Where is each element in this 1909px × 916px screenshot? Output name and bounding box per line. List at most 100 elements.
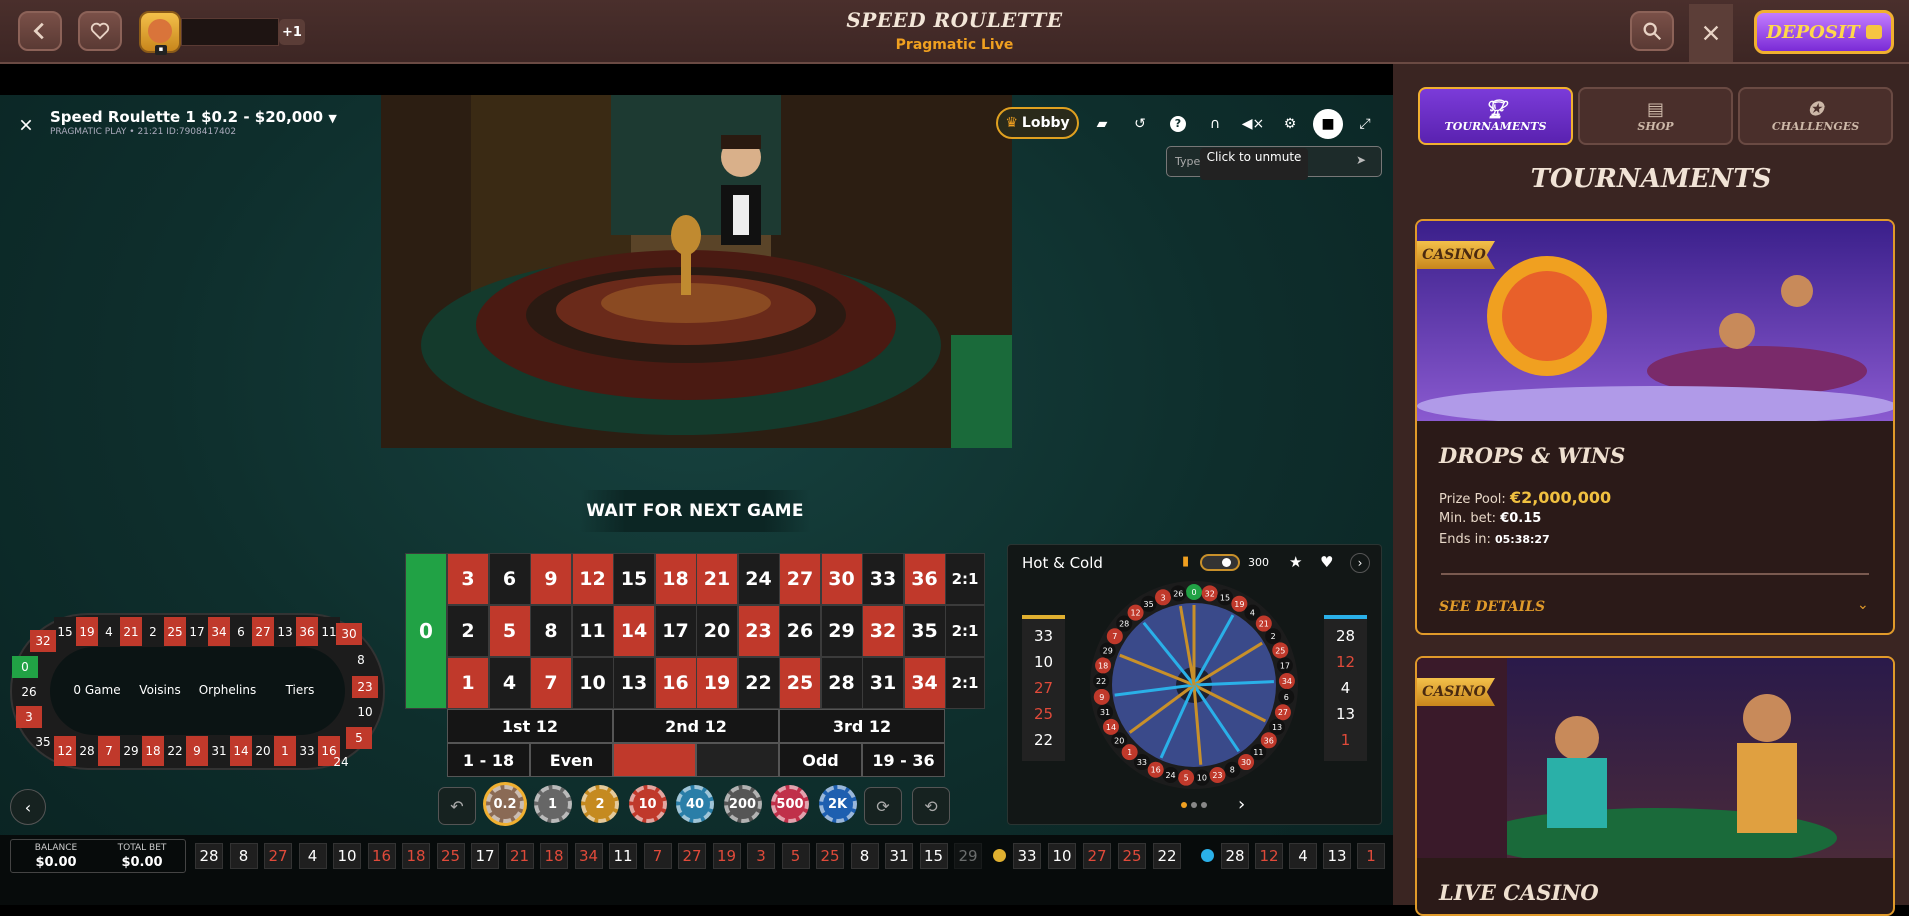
bet-number-34[interactable]: 34 xyxy=(903,657,946,709)
bet-number-28[interactable]: 28 xyxy=(820,657,863,709)
racetrack-number[interactable]: 31 xyxy=(208,736,230,766)
bet-number-33[interactable]: 33 xyxy=(862,553,904,605)
racetrack-number[interactable]: 12 xyxy=(54,736,76,766)
racetrack-number[interactable]: 14 xyxy=(230,736,252,766)
bet-number-32[interactable]: 32 xyxy=(862,605,904,657)
racetrack-number[interactable]: 5 xyxy=(346,727,372,749)
search-button[interactable] xyxy=(1630,11,1674,51)
bet-dozen-1[interactable]: 1st 12 xyxy=(447,709,613,743)
bet-number-14[interactable]: 14 xyxy=(613,605,655,657)
bet-column-1[interactable]: 2:1 xyxy=(945,657,985,709)
bet-dozen-2[interactable]: 2nd 12 xyxy=(613,709,779,743)
bet-number-6[interactable]: 6 xyxy=(488,553,531,605)
bet-number-22[interactable]: 22 xyxy=(737,657,780,709)
mute-button[interactable]: ◀× xyxy=(1238,109,1268,139)
table-title[interactable]: Speed Roulette 1 $0.2 - $20,000 ▼ xyxy=(50,108,337,126)
racetrack-number[interactable]: 13 xyxy=(274,617,296,646)
racetrack-number[interactable]: 23 xyxy=(352,676,378,698)
racetrack-number[interactable]: 29 xyxy=(120,736,142,766)
bet-black[interactable] xyxy=(696,743,779,777)
bet-number-1[interactable]: 1 xyxy=(447,657,489,709)
bet-column-3[interactable]: 2:1 xyxy=(945,553,985,605)
heart-icon[interactable]: ♥ xyxy=(1320,553,1333,571)
racetrack-orphelins[interactable]: Orphelins xyxy=(190,683,265,697)
bet-number-19[interactable]: 19 xyxy=(696,657,738,709)
bet-dozen-3[interactable]: 3rd 12 xyxy=(779,709,945,743)
bet-number-30[interactable]: 30 xyxy=(820,553,863,605)
video-button[interactable]: ■ xyxy=(1313,109,1343,139)
page-dot[interactable] xyxy=(1191,802,1197,808)
bet-number-8[interactable]: 8 xyxy=(530,605,572,657)
page-dot[interactable] xyxy=(1201,802,1207,808)
tournament-card[interactable]: CASINO DROPS & WINS Prize Pool: €2,000,0… xyxy=(1415,219,1895,635)
racetrack-number[interactable]: 28 xyxy=(76,736,98,766)
bet-high[interactable]: 19 - 36 xyxy=(862,743,945,777)
bet-number-11[interactable]: 11 xyxy=(571,605,614,657)
racetrack-number[interactable]: 27 xyxy=(252,617,274,646)
racetrack-number[interactable]: 8 xyxy=(348,649,374,671)
racetrack-number[interactable]: 15 xyxy=(54,617,76,646)
bet-number-35[interactable]: 35 xyxy=(903,605,946,657)
racetrack-number[interactable]: 25 xyxy=(164,617,186,646)
racetrack-number[interactable]: 0 xyxy=(12,656,38,678)
collapse-button[interactable]: ‹ xyxy=(10,789,46,825)
racetrack-voisins[interactable]: Voisins xyxy=(130,683,190,697)
chevron-down-icon[interactable]: ⌄ xyxy=(1857,597,1869,613)
bet-number-21[interactable]: 21 xyxy=(696,553,738,605)
bet-number-16[interactable]: 16 xyxy=(654,657,697,709)
help-button[interactable]: ? xyxy=(1163,109,1193,139)
bet-zero[interactable]: 0 xyxy=(405,553,447,709)
racetrack-number[interactable]: 19 xyxy=(76,617,98,646)
deposit-button[interactable]: DEPOSIT xyxy=(1754,10,1894,54)
racetrack-number[interactable]: 21 xyxy=(120,617,142,646)
racetrack-number[interactable]: 20 xyxy=(252,736,274,766)
racetrack-number[interactable]: 26 xyxy=(16,681,42,703)
racetrack-number[interactable]: 18 xyxy=(142,736,164,766)
racetrack-number[interactable]: 17 xyxy=(186,617,208,646)
settings-button[interactable]: ⚙ xyxy=(1275,109,1305,139)
bet-number-36[interactable]: 36 xyxy=(903,553,946,605)
bet-number-31[interactable]: 31 xyxy=(862,657,904,709)
bet-number-29[interactable]: 29 xyxy=(820,605,863,657)
racetrack-number[interactable]: 10 xyxy=(352,701,378,723)
autoplay-button[interactable]: ⟲ xyxy=(912,787,950,825)
double-button[interactable]: ⟳ xyxy=(864,787,902,825)
lobby-button[interactable]: ♛ Lobby xyxy=(996,107,1079,139)
bet-number-12[interactable]: 12 xyxy=(571,553,614,605)
racetrack-number[interactable]: 4 xyxy=(98,617,120,646)
chip-500[interactable]: 500 xyxy=(771,785,809,823)
racetrack-number[interactable]: 3 xyxy=(16,706,42,728)
bet-number-3[interactable]: 3 xyxy=(447,553,489,605)
chip-2[interactable]: 2 xyxy=(581,785,619,823)
bet-number-17[interactable]: 17 xyxy=(654,605,697,657)
bet-odd[interactable]: Odd xyxy=(779,743,862,777)
chat-button[interactable]: ▰ xyxy=(1087,109,1117,139)
racetrack-number[interactable]: 22 xyxy=(164,736,186,766)
undo-button[interactable]: ↶ xyxy=(438,787,476,825)
tournament-card[interactable]: CASINO LIVE CASINO xyxy=(1415,656,1895,916)
bet-number-13[interactable]: 13 xyxy=(613,657,655,709)
racetrack-number[interactable]: 32 xyxy=(30,630,56,652)
racetrack-number[interactable]: 7 xyxy=(98,736,120,766)
close-game-button[interactable] xyxy=(1689,4,1733,62)
racetrack-number[interactable]: 24 xyxy=(328,751,354,773)
bet-number-4[interactable]: 4 xyxy=(488,657,531,709)
bet-number-9[interactable]: 9 xyxy=(530,553,572,605)
racetrack-number[interactable]: 34 xyxy=(208,617,230,646)
fullscreen-button[interactable]: ⤢ xyxy=(1350,109,1380,139)
next-button[interactable]: › xyxy=(1350,553,1370,573)
send-icon[interactable]: ➤ xyxy=(1356,153,1366,167)
racetrack-zero-game[interactable]: 0 Game xyxy=(62,683,132,697)
racetrack-number[interactable]: 2 xyxy=(142,617,164,646)
tab-challenges[interactable]: ✪ CHALLENGES xyxy=(1738,87,1893,145)
tab-shop[interactable]: ▤ SHOP xyxy=(1578,87,1733,145)
bet-number-27[interactable]: 27 xyxy=(779,553,821,605)
chip-0.2[interactable]: 0.2 xyxy=(486,785,524,823)
rounds-slider[interactable] xyxy=(1200,554,1240,571)
racetrack-number[interactable]: 9 xyxy=(186,736,208,766)
close-table-button[interactable] xyxy=(12,111,40,139)
bet-number-5[interactable]: 5 xyxy=(488,605,531,657)
racetrack-number[interactable]: 35 xyxy=(30,731,56,753)
chip-40[interactable]: 40 xyxy=(676,785,714,823)
chip-10[interactable]: 10 xyxy=(628,785,667,823)
